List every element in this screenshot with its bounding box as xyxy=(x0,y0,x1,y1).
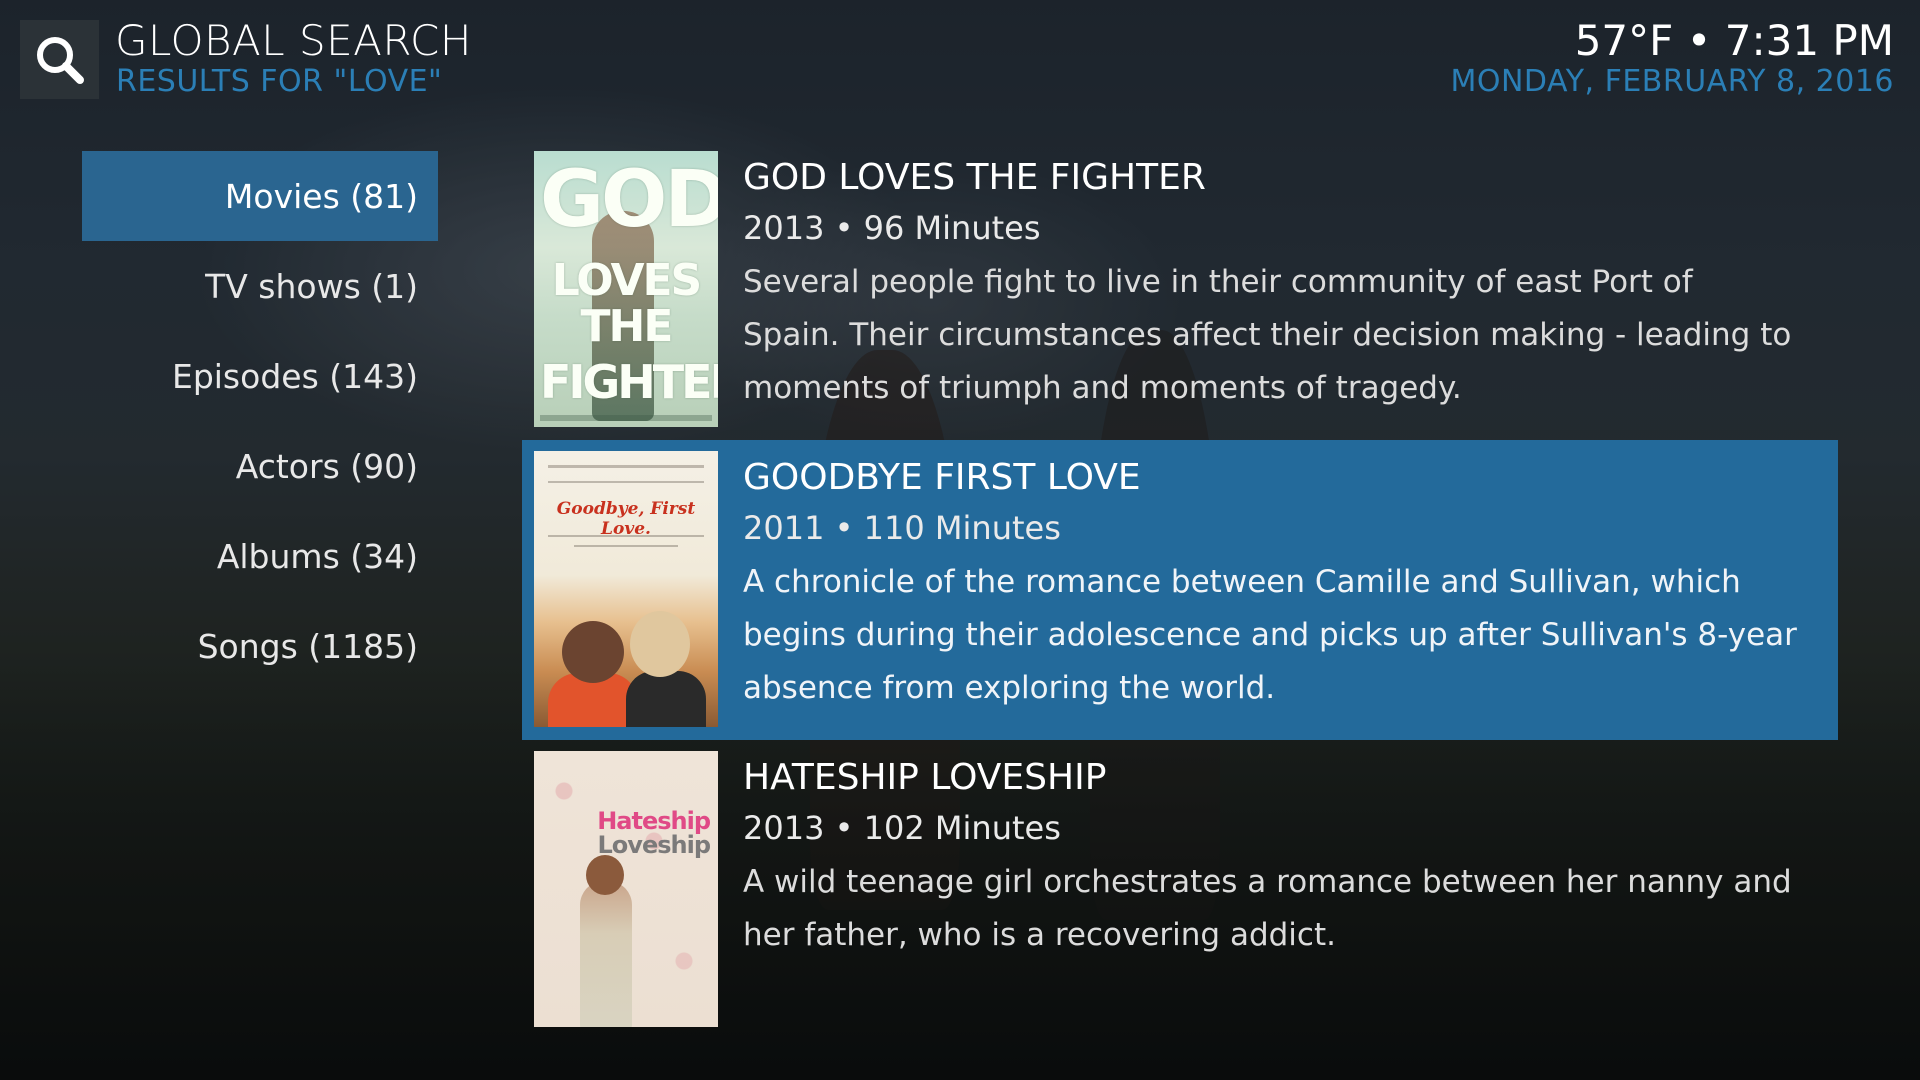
category-movies[interactable]: Movies (81) xyxy=(82,151,438,241)
result-plot: A wild teenage girl orchestrates a roman… xyxy=(743,864,1792,953)
category-songs[interactable]: Songs (1185) xyxy=(82,601,438,691)
poster-title-line: FIGHTER xyxy=(540,355,718,409)
category-albums[interactable]: Albums (34) xyxy=(82,511,438,601)
poster-title: Goodbye, First Love. xyxy=(556,499,696,539)
result-title: GOD LOVES THE FIGHTER xyxy=(743,157,1206,198)
movie-poster: GOD LOVES THE FIGHTER xyxy=(534,151,718,427)
result-title: GOODBYE FIRST LOVE xyxy=(743,457,1141,498)
category-actors[interactable]: Actors (90) xyxy=(82,421,438,511)
category-list: Movies (81) TV shows (1) Episodes (143) … xyxy=(82,151,438,691)
result-meta: 2011 • 110 Minutes xyxy=(743,509,1061,547)
search-query-subtitle: RESULTS FOR "LOVE" xyxy=(116,64,443,99)
results-list: GOD LOVES THE FIGHTER GOD LOVES THE FIGH… xyxy=(522,140,1838,1040)
result-item-goodbye-first-love[interactable]: Goodbye, First Love. GOODBYE FIRST LOVE … xyxy=(522,440,1838,740)
search-screen: GLOBAL SEARCH RESULTS FOR "LOVE" 57°F • … xyxy=(0,0,1920,1080)
search-button[interactable] xyxy=(20,20,99,99)
result-title: HATESHIP LOVESHIP xyxy=(743,757,1107,798)
poster-credits-strip xyxy=(540,415,712,421)
result-info: GOD LOVES THE FIGHTER 2013 • 96 Minutes … xyxy=(743,154,1798,415)
poster-title-line: LOVES xyxy=(551,255,703,306)
category-label: Songs (1185) xyxy=(197,626,418,666)
result-item-god-loves-the-fighter[interactable]: GOD LOVES THE FIGHTER GOD LOVES THE FIGH… xyxy=(522,140,1838,440)
poster-figure xyxy=(630,611,690,677)
movie-poster: Goodbye, First Love. xyxy=(534,451,718,727)
poster-decor-line xyxy=(548,465,704,468)
result-info: GOODBYE FIRST LOVE 2011 • 110 Minutes A … xyxy=(743,454,1798,715)
result-meta: 2013 • 102 Minutes xyxy=(743,809,1061,847)
category-label: Actors (90) xyxy=(235,446,418,486)
poster-title-line: Loveship xyxy=(597,831,711,859)
poster-title-line: THE xyxy=(580,301,674,352)
poster-decor-line xyxy=(574,545,678,547)
poster-figure xyxy=(580,881,632,1027)
poster-decor-line xyxy=(548,535,704,537)
poster-decor-line xyxy=(548,481,704,483)
page-title: GLOBAL SEARCH xyxy=(115,16,472,65)
result-info: HATESHIP LOVESHIP 2013 • 102 Minutes A w… xyxy=(743,754,1798,962)
result-item-hateship-loveship[interactable]: Hateship Loveship HATESHIP LOVESHIP 2013… xyxy=(522,740,1838,1040)
date-label: MONDAY, FEBRUARY 8, 2016 xyxy=(1450,64,1894,99)
weather-clock: 57°F • 7:31 PM xyxy=(1574,16,1894,65)
poster-figure xyxy=(586,855,624,895)
result-plot: A chronicle of the romance between Camil… xyxy=(743,564,1797,706)
result-meta: 2013 • 96 Minutes xyxy=(743,209,1041,247)
category-episodes[interactable]: Episodes (143) xyxy=(82,331,438,421)
category-label: Albums (34) xyxy=(216,536,418,576)
category-label: Episodes (143) xyxy=(171,356,418,396)
search-icon xyxy=(36,36,84,84)
category-label: Movies (81) xyxy=(224,176,418,216)
poster-figure xyxy=(626,671,706,727)
poster-title-line: GOD xyxy=(540,155,718,245)
poster-title-line: Hateship xyxy=(597,807,711,835)
movie-poster: Hateship Loveship xyxy=(534,751,718,1027)
result-plot: Several people fight to live in their co… xyxy=(743,264,1792,406)
category-label: TV shows (1) xyxy=(205,266,418,306)
category-tv-shows[interactable]: TV shows (1) xyxy=(82,241,438,331)
poster-figure xyxy=(562,621,624,683)
